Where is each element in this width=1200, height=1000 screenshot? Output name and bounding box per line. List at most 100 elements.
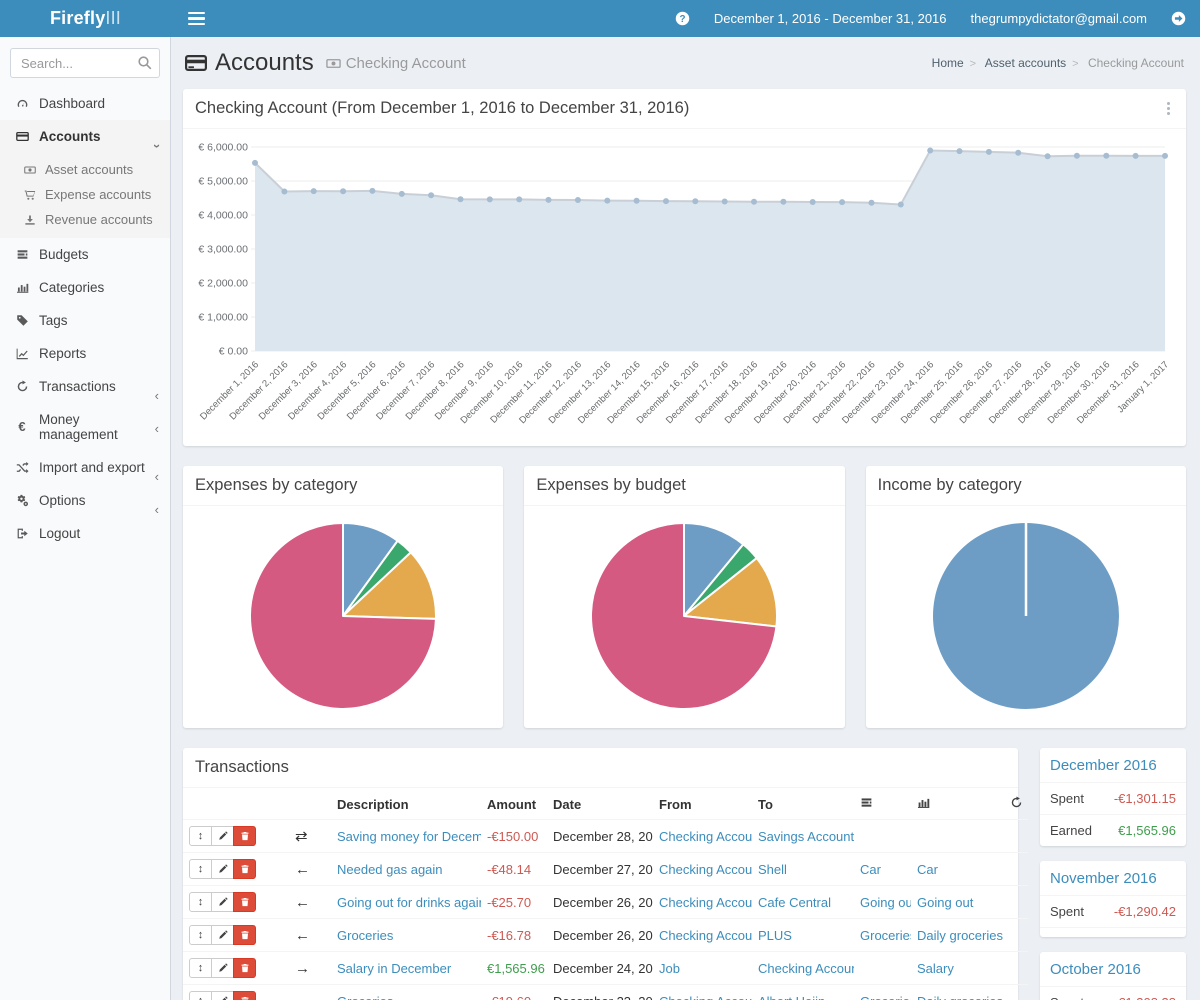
sidebar-item-tags[interactable]: Tags xyxy=(0,304,170,337)
to-account-link[interactable]: Shell xyxy=(758,862,787,877)
summary-label: Spent xyxy=(1050,995,1084,1000)
sidebar-item-categories[interactable]: Categories xyxy=(0,271,170,304)
from-account-link[interactable]: Checking Account xyxy=(659,994,752,1000)
breadcrumb-home[interactable]: Home xyxy=(932,56,964,70)
sidebar-item-budgets[interactable]: Budgets xyxy=(0,238,170,271)
transaction-row: ↕ ← Groceries -€19.60 December 23, 2016 … xyxy=(183,985,1028,1000)
user-email[interactable]: thegrumpydictator@gmail.com xyxy=(971,11,1147,26)
deposit-arrow-icon: → xyxy=(295,960,310,977)
edit-transaction-button[interactable] xyxy=(211,826,234,846)
transaction-description-link[interactable]: Going out for drinks again xyxy=(337,895,481,910)
delete-transaction-button[interactable] xyxy=(233,925,256,945)
actions-column-header xyxy=(183,788,289,820)
transaction-date: December 27, 2016 xyxy=(547,853,653,886)
sidebar-item-money-management[interactable]: €Money management‹ xyxy=(0,403,170,451)
sidebar-toggle-button[interactable] xyxy=(171,9,222,29)
transaction-description-link[interactable]: Groceries xyxy=(337,994,393,1000)
sidebar-label: Transactions xyxy=(39,379,116,394)
sidebar-item-logout[interactable]: Logout xyxy=(0,517,170,550)
edit-transaction-button[interactable] xyxy=(211,859,234,879)
sidebar-item-transactions[interactable]: Transactions‹ xyxy=(0,370,170,403)
amount-column-header: Amount xyxy=(481,788,547,820)
delete-transaction-button[interactable] xyxy=(233,991,256,1000)
delete-transaction-button[interactable] xyxy=(233,826,256,846)
transaction-description-link[interactable]: Saving money for December xyxy=(337,829,481,844)
from-account-link[interactable]: Checking Account xyxy=(659,928,752,943)
delete-transaction-button[interactable] xyxy=(233,958,256,978)
sidebar-item-reports[interactable]: Reports xyxy=(0,337,170,370)
split-transaction-button[interactable]: ↕ xyxy=(189,925,212,945)
sidebar-menu: DashboardAccounts›Asset accounts Expense … xyxy=(0,87,170,550)
delete-transaction-button[interactable] xyxy=(233,892,256,912)
month-summary-box: November 2016 Spent -€1,290.42 Earned €1… xyxy=(1040,861,1186,937)
sidebar-item-asset-accounts[interactable]: Asset accounts xyxy=(0,157,170,182)
brand-logo[interactable]: FireflyIII xyxy=(0,8,171,29)
pie-panel-title: Expenses by category xyxy=(195,476,357,495)
edit-transaction-button[interactable] xyxy=(211,958,234,978)
edit-transaction-button[interactable] xyxy=(211,991,234,1000)
transaction-date: December 28, 2016 xyxy=(547,820,653,853)
to-account-link[interactable]: Albert Heijn xyxy=(758,994,825,1000)
refresh-transactions-icon[interactable] xyxy=(1004,788,1028,820)
edit-transaction-button[interactable] xyxy=(211,892,234,912)
sign-out-icon xyxy=(14,527,30,541)
sidebar-item-dashboard[interactable]: Dashboard xyxy=(0,87,170,120)
brand-text: Firefly xyxy=(50,8,105,28)
split-transaction-button[interactable]: ↕ xyxy=(189,991,212,1000)
to-account-link[interactable]: Checking Account xyxy=(758,961,854,976)
from-account-link[interactable]: Job xyxy=(659,961,680,976)
from-account-link[interactable]: Checking Account xyxy=(659,862,752,877)
delete-transaction-button[interactable] xyxy=(233,859,256,879)
split-transaction-button[interactable]: ↕ xyxy=(189,859,212,879)
transactions-panel: Transactions Description Amount Da xyxy=(183,748,1018,1000)
logout-arrow-icon[interactable] xyxy=(1171,11,1186,26)
split-transaction-button[interactable]: ↕ xyxy=(189,826,212,846)
split-transaction-button[interactable]: ↕ xyxy=(189,892,212,912)
trash-icon xyxy=(240,961,250,976)
help-icon[interactable]: ? xyxy=(675,11,690,26)
edit-transaction-button[interactable] xyxy=(211,925,234,945)
sidebar-item-expense-accounts[interactable]: Expense accounts xyxy=(0,182,170,207)
transaction-description-link[interactable]: Groceries xyxy=(337,928,393,943)
trash-icon xyxy=(240,829,250,844)
from-account-link[interactable]: Checking Account xyxy=(659,829,752,844)
budget-link[interactable]: Going out xyxy=(860,895,911,910)
search-icon[interactable] xyxy=(137,55,153,71)
to-account-link[interactable]: PLUS xyxy=(758,928,792,943)
money-icon xyxy=(326,56,341,71)
sidebar-sublabel: Expense accounts xyxy=(45,187,151,202)
month-title-link[interactable]: December 2016 xyxy=(1040,748,1186,782)
from-account-link[interactable]: Checking Account xyxy=(659,895,752,910)
date-range-selector[interactable]: December 1, 2016 - December 31, 2016 xyxy=(714,11,947,26)
to-column-header: To xyxy=(752,788,854,820)
chevron-left-icon: ‹ xyxy=(155,424,159,434)
to-account-link[interactable]: Savings Account xyxy=(758,829,854,844)
split-transaction-button[interactable]: ↕ xyxy=(189,958,212,978)
to-account-link[interactable]: Cafe Central xyxy=(758,895,831,910)
transaction-amount: -€25.70 xyxy=(487,895,531,910)
budget-link[interactable]: Groceries xyxy=(860,928,911,943)
category-link[interactable]: Car xyxy=(917,862,938,877)
category-link[interactable]: Daily groceries xyxy=(917,928,1003,943)
cart-icon xyxy=(22,189,37,201)
category-link[interactable]: Daily groceries xyxy=(917,994,1003,1000)
gears-icon xyxy=(14,494,30,508)
panel-menu-icon[interactable] xyxy=(1163,99,1174,118)
budget-link[interactable]: Groceries xyxy=(860,994,911,1000)
sidebar-item-accounts[interactable]: Accounts› xyxy=(0,120,170,157)
sidebar-item-revenue-accounts[interactable]: Revenue accounts xyxy=(0,207,170,232)
category-link[interactable]: Going out xyxy=(917,895,973,910)
category-link[interactable]: Salary xyxy=(917,961,954,976)
transaction-description-link[interactable]: Salary in December xyxy=(337,961,451,976)
page-title: Accounts xyxy=(215,49,314,77)
breadcrumb-asset-accounts[interactable]: Asset accounts xyxy=(985,56,1066,70)
svg-text:January 1, 2017: January 1, 2017 xyxy=(1115,359,1171,415)
transaction-date: December 24, 2016 xyxy=(547,952,653,985)
month-title-link[interactable]: October 2016 xyxy=(1040,952,1186,986)
sidebar-item-options[interactable]: Options‹ xyxy=(0,484,170,517)
transaction-description-link[interactable]: Needed gas again xyxy=(337,862,443,877)
month-title-link[interactable]: November 2016 xyxy=(1040,861,1186,895)
budget-link[interactable]: Car xyxy=(860,862,881,877)
tachometer-icon xyxy=(14,97,30,111)
sidebar-item-import-and-export[interactable]: Import and export‹ xyxy=(0,451,170,484)
